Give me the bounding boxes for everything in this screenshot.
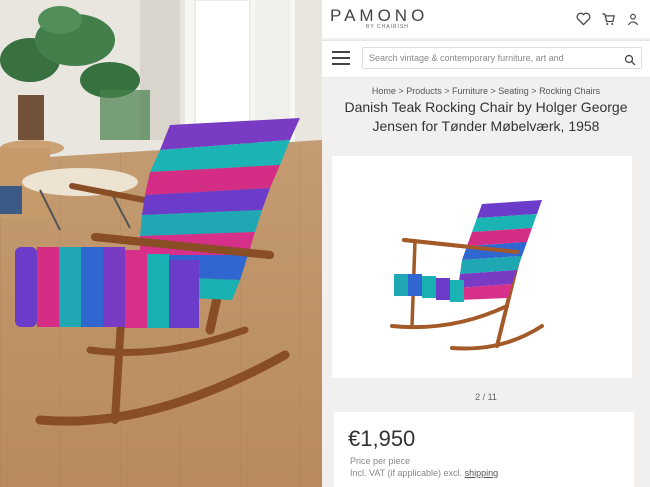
- chair-product-photo: [332, 156, 632, 378]
- brand-logo[interactable]: PAMONO: [330, 6, 428, 26]
- brand-sub: BY CHAIRISH: [366, 24, 409, 30]
- top-bar: PAMONO BY CHAIRISH: [322, 0, 650, 38]
- breadcrumb-products[interactable]: Products: [406, 86, 442, 96]
- menu-icon[interactable]: [332, 51, 350, 65]
- price-label: Price per piece: [350, 456, 411, 466]
- breadcrumb-rocking-chairs[interactable]: Rocking Chairs: [539, 86, 600, 96]
- user-icon[interactable]: [626, 12, 640, 31]
- product-image[interactable]: [332, 156, 632, 378]
- vat-text: Incl. VAT (if applicable) excl. shipping: [350, 468, 498, 478]
- rocking-chair-room-photo: [0, 0, 322, 487]
- room-photo: [0, 0, 322, 487]
- price: €1,950: [348, 426, 416, 451]
- product-title-line2: Jensen for Tønder Møbelværk, 1958: [372, 118, 600, 134]
- breadcrumb: Home > Products > Furniture > Seating > …: [371, 86, 601, 96]
- heart-icon[interactable]: [576, 12, 591, 31]
- mobile-page: PAMONO BY CHAIRISH Search vintage & cont…: [322, 0, 650, 487]
- cart-icon[interactable]: [601, 12, 616, 31]
- price-card: €1,950 Price per piece Incl. VAT (if app…: [334, 412, 634, 487]
- search-input[interactable]: Search vintage & contemporary furniture,…: [362, 47, 642, 69]
- search-icon[interactable]: [624, 53, 636, 71]
- breadcrumb-seating[interactable]: Seating: [498, 86, 529, 96]
- vat-label: Incl. VAT (if applicable) excl.: [350, 468, 463, 478]
- product-title: Danish Teak Rocking Chair by Holger Geor…: [322, 98, 650, 136]
- breadcrumb-furniture[interactable]: Furniture: [452, 86, 488, 96]
- product-title-line1: Danish Teak Rocking Chair by Holger Geor…: [344, 99, 628, 115]
- search-bar: Search vintage & contemporary furniture,…: [322, 40, 650, 78]
- shipping-link[interactable]: shipping: [465, 468, 499, 478]
- breadcrumb-home[interactable]: Home: [372, 86, 396, 96]
- image-counter: 2 / 11: [475, 392, 497, 402]
